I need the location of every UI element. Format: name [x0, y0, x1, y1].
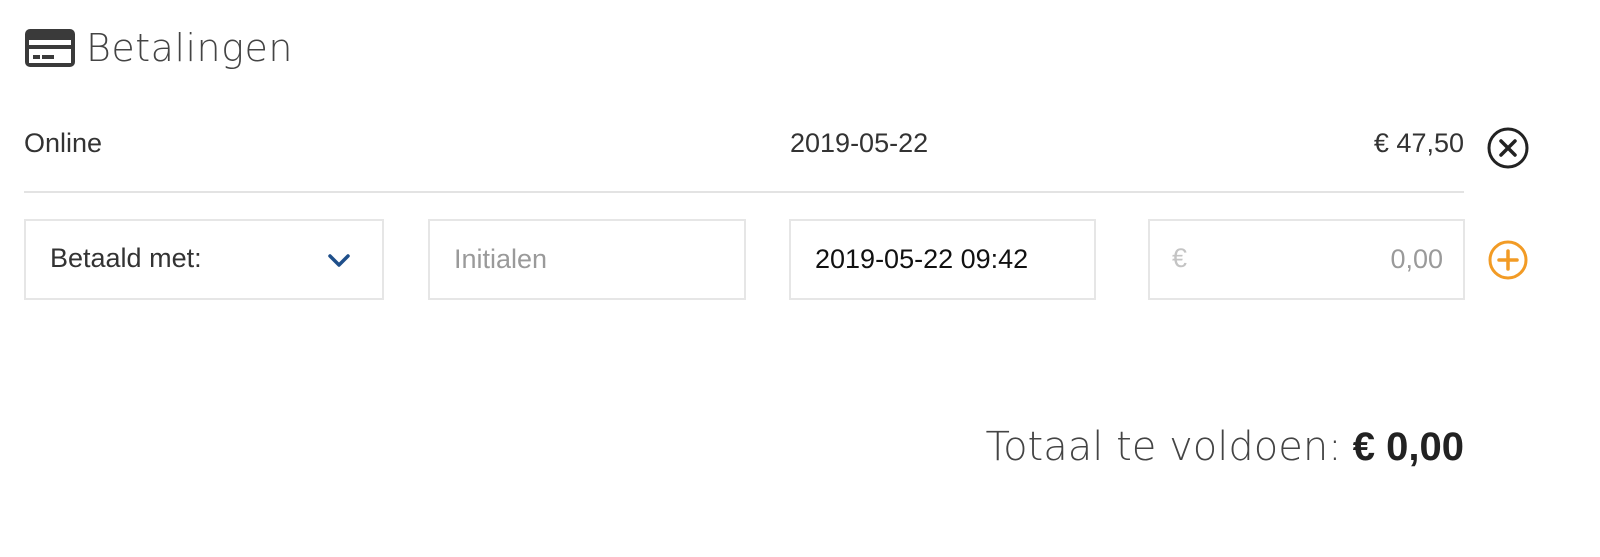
initials-input[interactable]	[430, 221, 744, 298]
credit-card-icon	[24, 28, 76, 68]
payment-method-select-value: Betaald met:	[50, 243, 202, 273]
payment-method: Online	[24, 128, 103, 158]
datetime-field-wrapper	[789, 219, 1096, 300]
amount-input[interactable]	[1150, 221, 1463, 298]
datetime-input[interactable]	[791, 221, 1094, 298]
total-value: € 0,00	[1352, 425, 1464, 469]
section-title: Betalingen	[86, 26, 293, 70]
remove-payment-button[interactable]	[1484, 124, 1532, 172]
close-circle-icon	[1487, 127, 1529, 169]
row-divider	[24, 191, 1464, 193]
payment-date: 2019-05-22	[790, 128, 929, 158]
initials-field-wrapper	[428, 219, 746, 300]
plus-circle-icon	[1488, 240, 1528, 280]
total-label: Totaal te voldoen:	[985, 424, 1342, 470]
section-header: Betalingen	[24, 22, 293, 74]
chevron-down-icon	[326, 247, 352, 273]
payment-amount: € 47,50	[1373, 128, 1464, 158]
add-payment-button[interactable]	[1486, 238, 1530, 282]
payment-row: Online 2019-05-22 € 47,50	[24, 118, 1464, 178]
amount-field-wrapper: €	[1148, 219, 1465, 300]
payment-method-select[interactable]: Betaald met:	[24, 219, 384, 300]
total-due: Totaal te voldoen: € 0,00	[985, 424, 1464, 470]
